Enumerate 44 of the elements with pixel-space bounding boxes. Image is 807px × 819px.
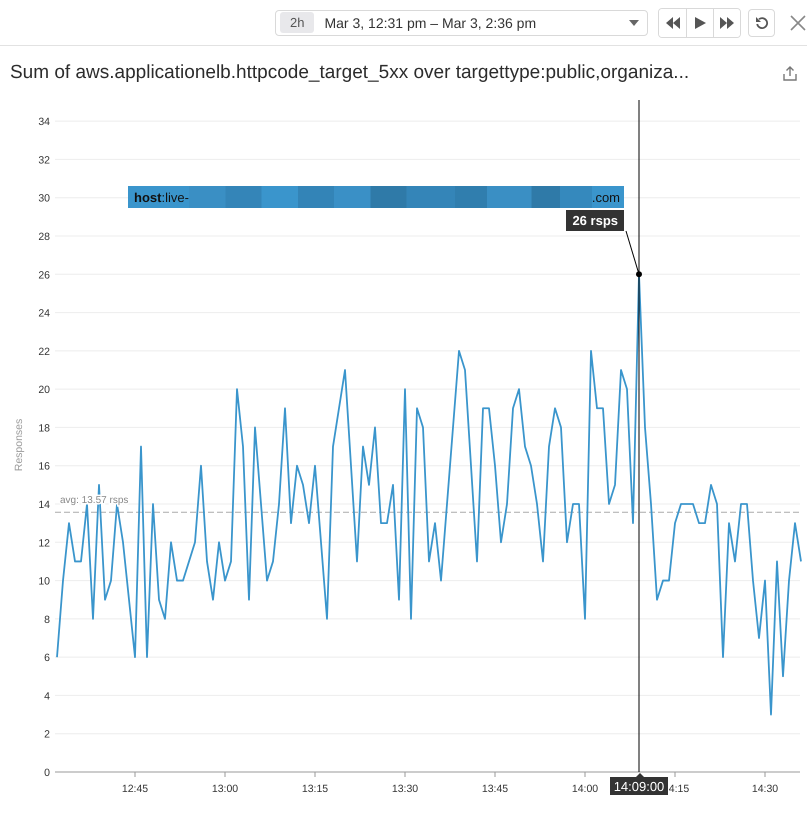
y-tick-label: 2 — [44, 728, 50, 741]
fast-forward-icon — [720, 16, 734, 28]
widget-title: Sum of aws.applicationelb.httpcode_target_5xx over targettype:public,organiza... — [10, 62, 690, 84]
fast-forward-button[interactable] — [713, 8, 740, 36]
y-tick-label: 0 — [44, 767, 50, 779]
hover-point — [636, 271, 642, 278]
y-tick-label: 8 — [44, 614, 50, 626]
y-tick-label: 10 — [38, 576, 50, 588]
x-tick-label: 14:30 — [752, 783, 778, 795]
x-tick-label: 13:45 — [482, 783, 508, 795]
y-tick-label: 20 — [38, 384, 50, 396]
time-range-picker[interactable]: 2h Mar 3, 12:31 pm – Mar 3, 2:36 pm — [275, 10, 648, 36]
reset-icon — [754, 16, 768, 30]
reset-button[interactable] — [748, 8, 775, 36]
play-icon — [694, 16, 706, 28]
y-tick-label: 32 — [38, 154, 50, 166]
rewind-icon — [666, 16, 680, 28]
y-tick-label: 30 — [38, 192, 50, 205]
y-tick-label: 4 — [44, 690, 50, 702]
y-tick-label: 34 — [38, 116, 50, 128]
caret-icon — [629, 20, 639, 26]
y-tick-label: 18 — [38, 422, 50, 434]
y-tick-label: 6 — [44, 652, 50, 664]
y-tick-label: 14 — [38, 499, 50, 511]
value-tooltip: 26 rsps — [566, 210, 624, 231]
y-tick-label: 22 — [38, 346, 50, 358]
y-tick-label: 16 — [38, 460, 50, 473]
close-icon[interactable] — [789, 14, 807, 32]
tooltip-label: host:live- — [134, 190, 189, 204]
x-tick-label: 12:45 — [122, 783, 148, 795]
time-range-text: Mar 3, 12:31 pm – Mar 3, 2:36 pm — [324, 14, 538, 30]
y-tick-label: 24 — [38, 308, 50, 320]
x-tick-label: 13:30 — [392, 783, 418, 795]
share-icon[interactable] — [783, 66, 797, 80]
y-tick-label: 12 — [38, 537, 50, 550]
x-tick-label: 13:00 — [212, 783, 238, 795]
tooltip-label: .com — [592, 190, 620, 204]
duration-badge: 2h — [280, 12, 314, 33]
axis-title: Responses — [13, 418, 25, 472]
x-tick-label: 4:15 — [668, 783, 690, 795]
y-tick-label: 26 — [38, 269, 50, 282]
x-tick-label: 13:15 — [302, 783, 328, 795]
x-tick-label: 14:00 — [572, 783, 598, 795]
y-tick-label: 28 — [38, 231, 50, 243]
